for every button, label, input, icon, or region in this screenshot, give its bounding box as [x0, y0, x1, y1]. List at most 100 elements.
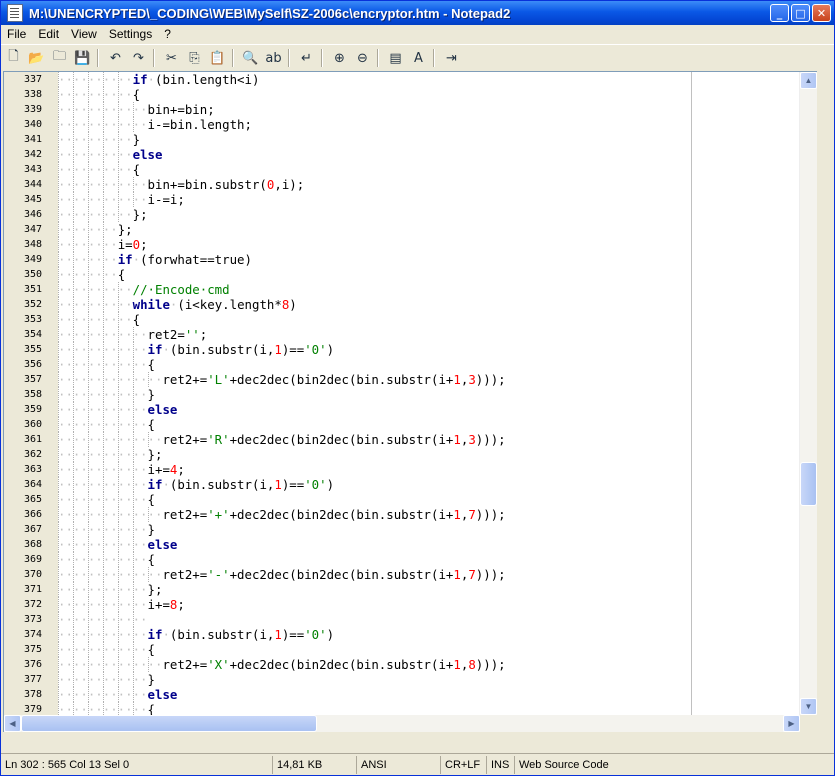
code-line[interactable]: 362 ············};	[24, 447, 817, 462]
code-line[interactable]: 361 ··············ret2+='R'+dec2dec(bin2d…	[24, 432, 817, 447]
code-token-plain: };	[117, 222, 133, 237]
line-number: 345	[23, 194, 42, 205]
menu-help[interactable]: ?	[158, 27, 177, 41]
vertical-scroll-thumb[interactable]	[800, 462, 817, 506]
vertical-scrollbar[interactable]: ▲ ▼	[799, 72, 817, 715]
code-line[interactable]: 374 ············if·(bin.substr(i,1)=='0')	[24, 627, 817, 642]
browse-icon[interactable]: 🗀	[49, 48, 70, 68]
code-line[interactable]: 337 ··········if·(bin.length<i)	[24, 72, 817, 87]
new-file-icon[interactable]: 🗋	[3, 48, 24, 68]
code-line[interactable]: 366 ··············ret2+='+'+dec2dec(bin2d…	[24, 507, 817, 522]
code-area[interactable]: 337 ··········if·(bin.length<i) 338 ·······…	[24, 72, 817, 732]
code-line[interactable]: 370 ··············ret2+='-'+dec2dec(bin2d…	[24, 567, 817, 582]
indent-whitespace: ············	[58, 327, 148, 342]
code-line[interactable]: 373 ············	[24, 612, 817, 627]
code-line[interactable]: 371 ············};	[24, 582, 817, 597]
editor[interactable]: 337 ··········if·(bin.length<i) 338 ·······…	[3, 71, 817, 732]
exit-icon[interactable]: ⇥	[441, 48, 462, 68]
code-line[interactable]: 369 ············{	[24, 552, 817, 567]
line-number: 370	[23, 569, 42, 580]
code-line[interactable]: 352 ··········while·(i<key.length*8)	[24, 297, 817, 312]
code-line[interactable]: 344 ············bin+=bin.substr(0,i);	[24, 177, 817, 192]
horizontal-scroll-thumb[interactable]	[21, 715, 317, 732]
code-line[interactable]: 353 ··········{	[24, 312, 817, 327]
menu-edit[interactable]: Edit	[32, 27, 65, 41]
maximize-button[interactable]: □	[791, 4, 810, 22]
code-line[interactable]: 365 ············{	[24, 492, 817, 507]
code-line[interactable]: 368 ············else	[24, 537, 817, 552]
replace-icon[interactable]: ab	[263, 48, 284, 68]
scroll-left-arrow-icon[interactable]: ◀	[4, 715, 21, 732]
code-line[interactable]: 357 ··············ret2+='L'+dec2dec(bin2d…	[24, 372, 817, 387]
word-wrap-icon[interactable]: ↵	[296, 48, 317, 68]
find-icon[interactable]: 🔍	[240, 48, 261, 68]
code-line[interactable]: 372 ············i+=8;	[24, 597, 817, 612]
cut-icon[interactable]: ✂	[161, 48, 182, 68]
code-line[interactable]: 360 ············{	[24, 417, 817, 432]
code-line[interactable]: 377 ············}	[24, 672, 817, 687]
code-line[interactable]: 342 ··········else	[24, 147, 817, 162]
code-token-plain: )));	[475, 432, 506, 447]
menu-settings[interactable]: Settings	[103, 27, 158, 41]
code-line[interactable]: 354 ············ret2='';	[24, 327, 817, 342]
scroll-down-arrow-icon[interactable]: ▼	[800, 698, 817, 715]
minimize-button[interactable]: _	[770, 4, 789, 22]
copy-icon[interactable]: ⎘	[184, 48, 205, 68]
notepad-app-icon[interactable]	[7, 4, 23, 22]
code-token-plain: )));	[475, 507, 506, 522]
notepad2-window: M:\UNENCRYPTED\_CODING\WEB\MySelf\SZ-200…	[0, 0, 835, 776]
scroll-up-arrow-icon[interactable]: ▲	[800, 72, 817, 89]
status-scheme[interactable]: Web Source Code	[515, 756, 613, 774]
title-bar[interactable]: M:\UNENCRYPTED\_CODING\WEB\MySelf\SZ-200…	[1, 1, 834, 25]
line-number: 375	[23, 644, 42, 655]
zoom-out-icon[interactable]: ⊖	[352, 48, 373, 68]
code-token-plain: (bin.length<i)	[155, 72, 260, 87]
menu-view[interactable]: View	[65, 27, 103, 41]
code-line[interactable]: 376 ··············ret2+='X'+dec2dec(bin2d…	[24, 657, 817, 672]
close-button[interactable]: ✕	[812, 4, 831, 22]
menu-file[interactable]: File	[1, 27, 32, 41]
status-line-ending[interactable]: CR+LF	[441, 756, 487, 774]
code-token-plain: };	[132, 207, 148, 222]
indent-whitespace: ············	[58, 342, 148, 357]
open-folder-icon[interactable]: 📂	[26, 48, 47, 68]
paste-icon[interactable]: 📋	[207, 48, 228, 68]
code-token-plain: {	[147, 552, 155, 567]
undo-icon[interactable]: ↶	[105, 48, 126, 68]
code-line[interactable]: 349 ········if·(forwhat==true)	[24, 252, 817, 267]
redo-icon[interactable]: ↷	[128, 48, 149, 68]
code-line[interactable]: 356 ············{	[24, 357, 817, 372]
code-line[interactable]: 367 ············}	[24, 522, 817, 537]
code-line[interactable]: 340 ············i-=bin.length;	[24, 117, 817, 132]
code-line[interactable]: 363 ············i+=4;	[24, 462, 817, 477]
code-token-plain: )));	[475, 372, 506, 387]
code-line[interactable]: 341 ··········}	[24, 132, 817, 147]
zoom-in-icon[interactable]: ⊕	[329, 48, 350, 68]
code-line[interactable]: 355 ············if·(bin.substr(i,1)=='0')	[24, 342, 817, 357]
status-encoding[interactable]: ANSI	[357, 756, 441, 774]
code-line[interactable]: 346 ··········};	[24, 207, 817, 222]
code-line[interactable]: 364 ············if·(bin.substr(i,1)=='0')	[24, 477, 817, 492]
save-icon[interactable]: 💾	[72, 48, 93, 68]
code-line[interactable]: 378 ············else	[24, 687, 817, 702]
code-token-plain: +dec2dec(bin2dec(bin.substr(i+	[229, 507, 454, 522]
code-line[interactable]: 348 ········i=0;	[24, 237, 817, 252]
code-line[interactable]: 375 ············{	[24, 642, 817, 657]
code-line[interactable]: 343 ··········{	[24, 162, 817, 177]
line-number: 361	[23, 434, 42, 445]
code-line[interactable]: 339 ············bin+=bin;	[24, 102, 817, 117]
horizontal-scrollbar[interactable]: ◀ ▶	[4, 715, 800, 732]
code-line[interactable]: 345 ············i-=i;	[24, 192, 817, 207]
code-line[interactable]: 359 ············else	[24, 402, 817, 417]
code-token-num: 1	[453, 507, 461, 522]
code-line[interactable]: 347 ········};	[24, 222, 817, 237]
code-line[interactable]: 350 ········{	[24, 267, 817, 282]
code-line[interactable]: 338 ··········{	[24, 87, 817, 102]
code-line[interactable]: 351 ··········//·Encode·cmd	[24, 282, 817, 297]
scroll-right-arrow-icon[interactable]: ▶	[783, 715, 800, 732]
code-token-ws: ·	[132, 252, 141, 267]
scheme-icon[interactable]: ▤	[385, 48, 406, 68]
code-token-plain: )	[289, 297, 297, 312]
font-icon[interactable]: A	[408, 48, 429, 68]
code-line[interactable]: 358 ············}	[24, 387, 817, 402]
